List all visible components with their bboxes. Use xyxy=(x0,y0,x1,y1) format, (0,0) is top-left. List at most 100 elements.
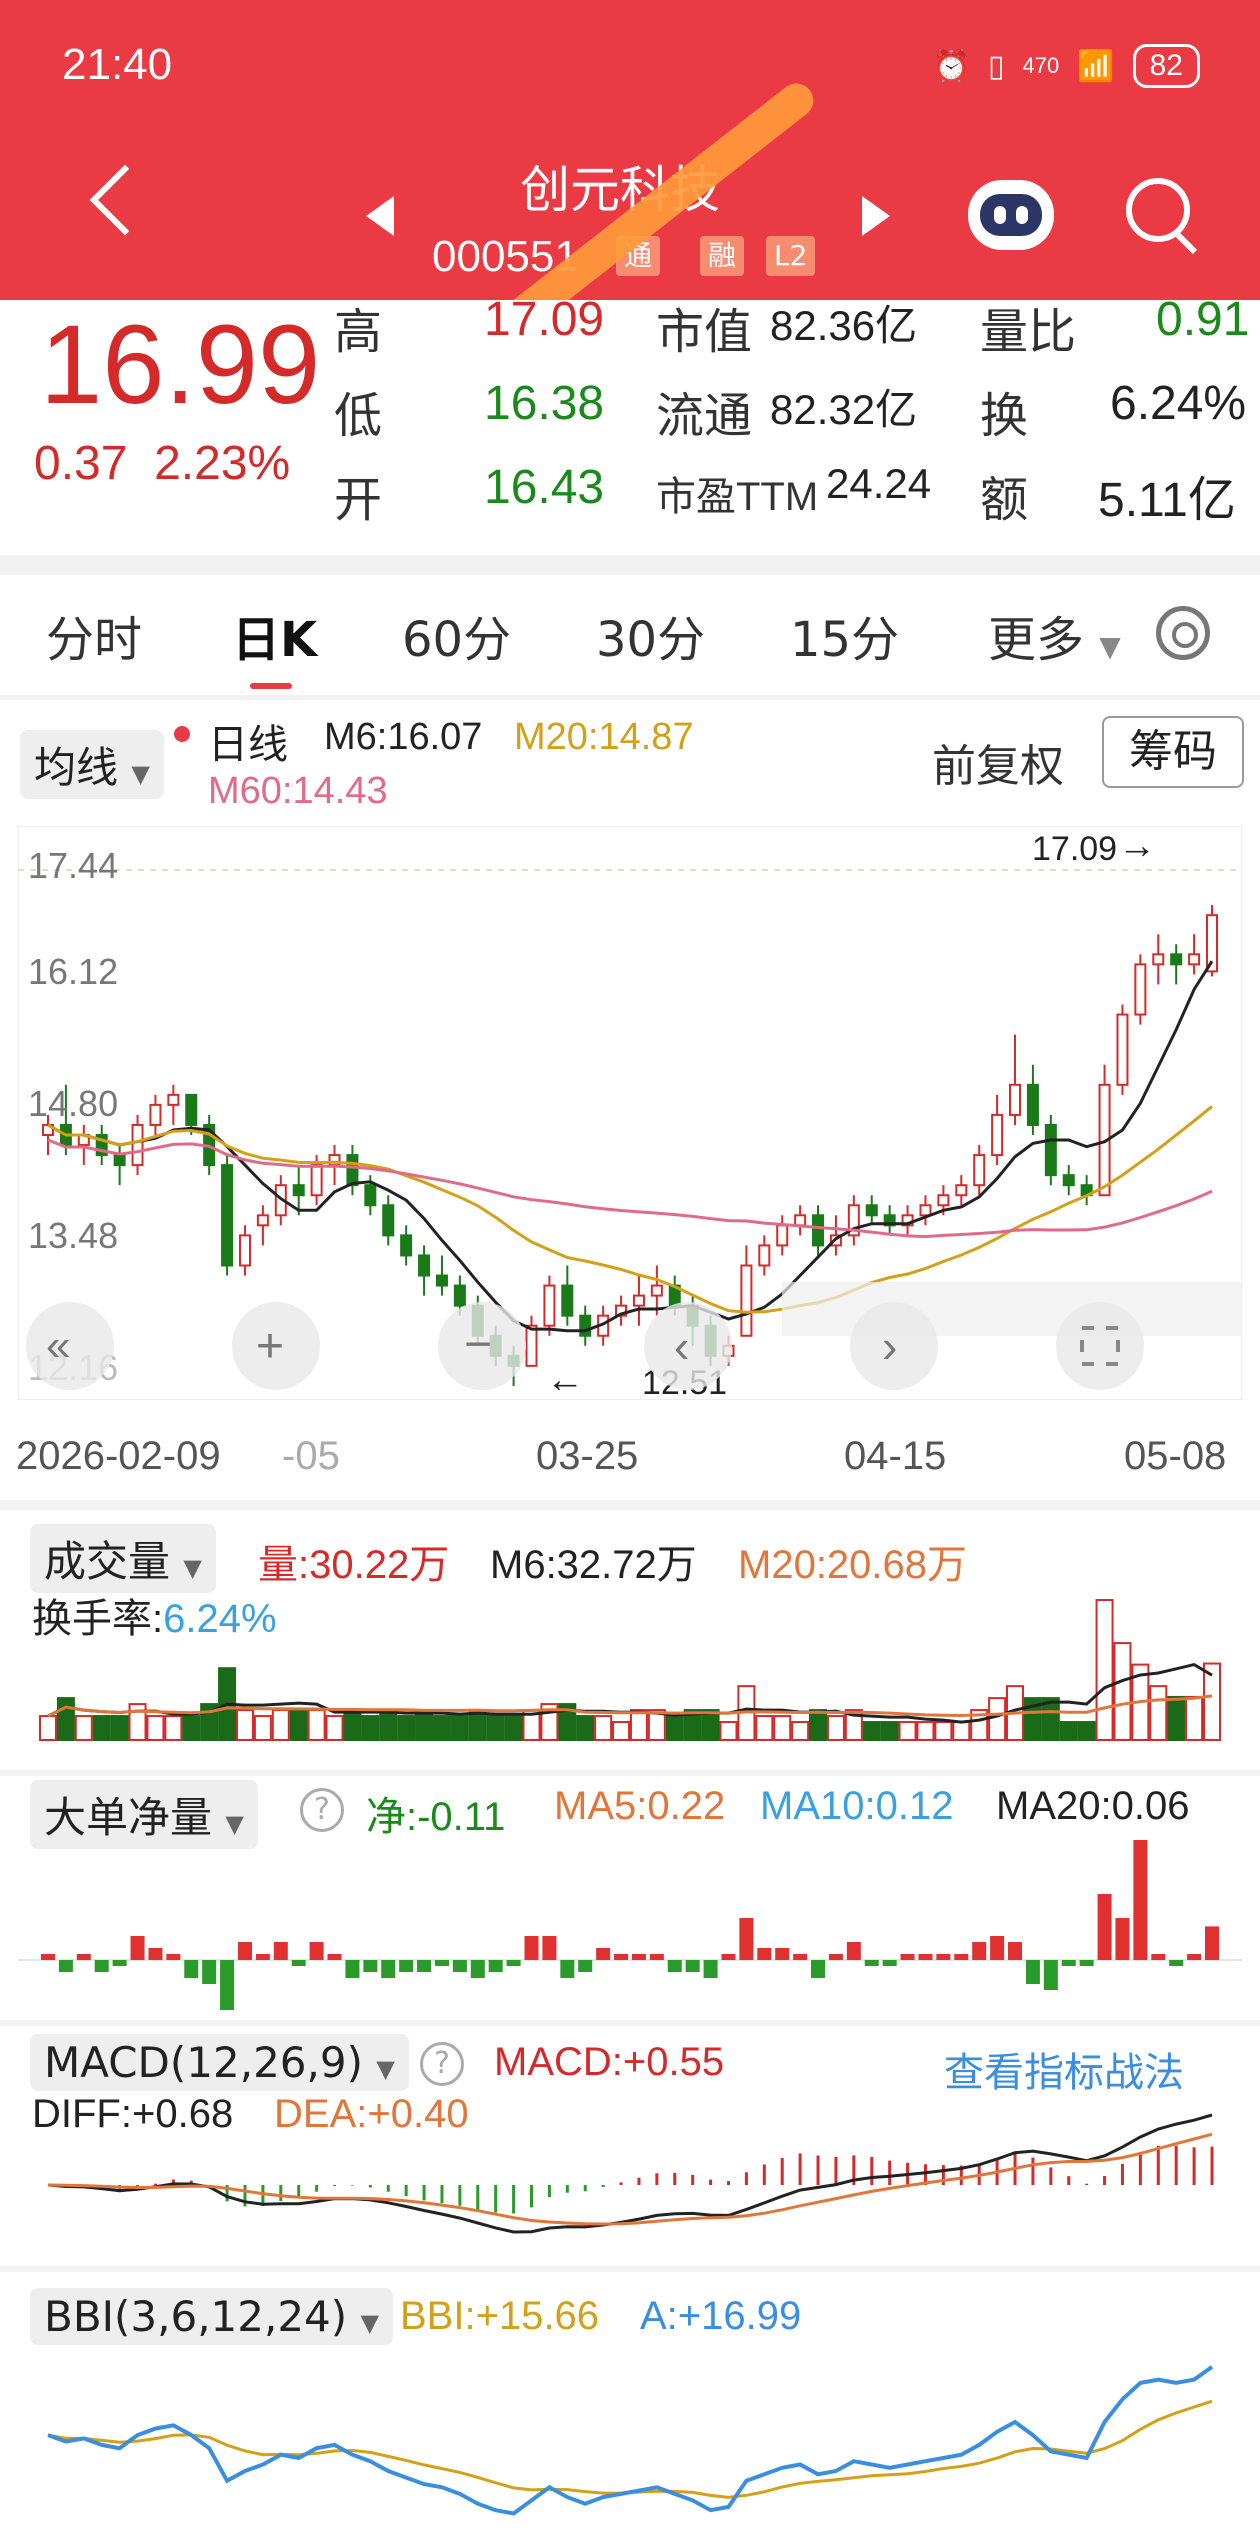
candle xyxy=(149,1103,162,1126)
bigorder-bar xyxy=(542,1936,557,1960)
candle xyxy=(812,1214,825,1247)
candle xyxy=(525,1324,538,1367)
volume-bar xyxy=(253,1715,272,1741)
candle xyxy=(919,1204,932,1217)
volume-bar xyxy=(988,1697,1007,1741)
macd-selector[interactable]: MACD(12,26,9) ▼ xyxy=(30,2034,409,2091)
volume-bar xyxy=(450,1715,469,1741)
candle xyxy=(1009,1083,1022,1116)
bigorder-bar xyxy=(58,1960,73,1972)
x-tick: 04-15 xyxy=(844,1434,947,1478)
bigorder-bar xyxy=(900,1954,915,1960)
tab-60min[interactable]: 60分 xyxy=(402,600,511,670)
tab-daily[interactable]: 日K xyxy=(232,600,317,670)
macd-chart xyxy=(47,2113,1214,2234)
tag-rong: 融 xyxy=(700,236,745,276)
wifi-icon: 📶 xyxy=(1077,49,1115,83)
volume-bar xyxy=(1149,1685,1168,1741)
volume-value: 量:30.22万 xyxy=(258,1543,450,1587)
candle xyxy=(310,1164,323,1197)
bigorder-bar xyxy=(703,1960,718,1978)
vibrate-icon: ▯ xyxy=(988,49,1005,83)
bigorder-bar xyxy=(202,1960,217,1984)
candle xyxy=(1152,953,1165,966)
volume-bar xyxy=(432,1715,451,1741)
volume-bar xyxy=(379,1709,398,1742)
double-left-icon: « xyxy=(46,1321,70,1370)
volume-bar xyxy=(39,1715,57,1741)
bigorder-bar xyxy=(775,1948,790,1960)
volume-bar xyxy=(719,1721,738,1742)
candle xyxy=(632,1294,645,1307)
bigorder-bar xyxy=(506,1960,521,1966)
volume-bar xyxy=(1185,1695,1204,1742)
bigorder-chart xyxy=(18,1840,1242,2010)
volume-m20: M20:20.68万 xyxy=(738,1543,968,1587)
volume-bar xyxy=(289,1709,308,1742)
candle xyxy=(453,1284,466,1307)
bigorder-bar xyxy=(1043,1960,1058,1990)
low-value: 16.38 xyxy=(484,377,605,430)
open-label: 开 xyxy=(334,474,383,527)
legend-m60: M60:14.43 xyxy=(208,770,388,812)
candle xyxy=(185,1093,198,1126)
volume-selector[interactable]: 成交量 ▼ xyxy=(30,1524,216,1593)
volume-bar xyxy=(343,1709,362,1742)
kline-chart[interactable]: 17.44 16.12 14.80 13.48 12.16 17.09 12.5… xyxy=(18,826,1242,1400)
bigorder-bar xyxy=(1061,1960,1076,1966)
assistant-robot-icon[interactable] xyxy=(968,180,1054,250)
tab-more[interactable]: 更多 ▼ xyxy=(988,600,1121,670)
bigorder-bar xyxy=(918,1954,933,1960)
tab-intraday[interactable]: 分时 xyxy=(46,600,142,670)
tab-30min[interactable]: 30分 xyxy=(596,600,705,670)
tag-l2: L2 xyxy=(766,236,816,276)
bbi-chart xyxy=(47,2365,1214,2516)
bbi-selector[interactable]: BBI(3,6,12,24) ▼ xyxy=(30,2288,393,2345)
minus-icon: − xyxy=(464,1318,492,1371)
battery-icon: 82 xyxy=(1132,44,1200,88)
pe-label: 市盈TTM xyxy=(656,475,819,519)
bigorder-bar xyxy=(112,1960,127,1966)
volume-bar xyxy=(594,1715,613,1741)
status-icons: ⏰ ▯ 470 📶 82 xyxy=(933,44,1200,88)
candle xyxy=(991,1113,1004,1157)
bigorder-bar xyxy=(166,1954,181,1960)
bigorder-bar xyxy=(685,1960,700,1972)
candle xyxy=(579,1314,592,1337)
mcap-value: 82.36亿 xyxy=(770,302,918,349)
bigorder-ma5: MA5:0.22 xyxy=(554,1784,726,1828)
tab-15min[interactable]: 15分 xyxy=(790,600,899,670)
candle xyxy=(776,1224,789,1247)
prev-stock-icon[interactable] xyxy=(366,196,394,236)
macd-value: MACD:+0.55 xyxy=(494,2040,725,2084)
bigorder-bar xyxy=(1079,1960,1094,1966)
volume-bar xyxy=(916,1721,935,1742)
bigorder-bar xyxy=(882,1960,897,1966)
candle xyxy=(1044,1123,1057,1177)
chip-button[interactable]: 筹码 xyxy=(1102,716,1244,788)
bigorder-bar xyxy=(1097,1894,1112,1960)
help-icon[interactable]: ? xyxy=(300,1788,344,1832)
candle xyxy=(740,1264,753,1337)
adjust-mode[interactable]: 前复权 xyxy=(932,730,1064,794)
next-stock-icon[interactable] xyxy=(862,196,890,236)
x-tick: 2026-02-09 xyxy=(16,1434,221,1478)
help-icon[interactable]: ? xyxy=(420,2042,464,2086)
candle xyxy=(758,1244,771,1267)
volume-bar xyxy=(665,1715,684,1741)
fullscreen-icon[interactable] xyxy=(1056,1302,1144,1390)
bigorder-bar xyxy=(291,1960,306,1966)
volume-bar xyxy=(486,1715,505,1741)
legend-period: 日线 xyxy=(208,723,288,767)
volume-bar xyxy=(110,1715,129,1741)
candle xyxy=(865,1204,878,1217)
bbi-a: A:+16.99 xyxy=(640,2294,802,2338)
strategy-link[interactable]: 查看指标战法 xyxy=(944,2040,1184,2098)
ma-selector[interactable]: 均线 ▼ xyxy=(20,730,164,799)
x-tick: -05 xyxy=(282,1434,340,1478)
bigorder-bar xyxy=(184,1960,199,1978)
candle xyxy=(346,1154,359,1187)
bigorder-ma20: MA20:0.06 xyxy=(996,1784,1190,1828)
bigorder-ma10: MA10:0.12 xyxy=(760,1784,954,1828)
bigorder-bar xyxy=(578,1960,593,1972)
